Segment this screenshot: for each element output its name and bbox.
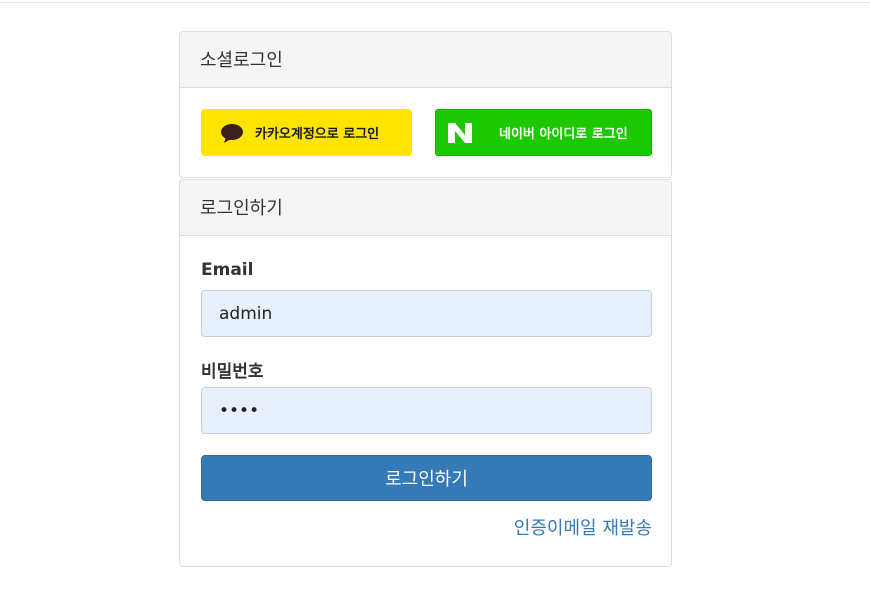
resend-verification-email-link[interactable]: 인증이메일 재발송	[201, 514, 652, 540]
password-label: 비밀번호	[201, 362, 264, 382]
naver-n-icon	[445, 118, 475, 148]
email-label: Email	[201, 260, 254, 280]
naver-login-button[interactable]: 네이버 아이디로 로그인	[435, 109, 652, 156]
naver-login-label: 네이버 아이디로 로그인	[499, 127, 628, 142]
kakao-speech-bubble-icon	[221, 123, 243, 143]
login-submit-button[interactable]: 로그인하기	[201, 455, 652, 501]
social-login-heading: 소셜로그인	[180, 32, 671, 88]
email-field[interactable]	[201, 290, 652, 337]
login-heading: 로그인하기	[180, 180, 671, 236]
kakao-login-label: 카카오계정으로 로그인	[255, 127, 380, 142]
password-field[interactable]	[201, 387, 652, 434]
login-form: Email 비밀번호 로그인하기 인증이메일 재발송	[180, 236, 671, 540]
kakao-login-button[interactable]: 카카오계정으로 로그인	[201, 109, 412, 156]
login-panel: 로그인하기 Email 비밀번호 로그인하기 인증이메일 재발송	[179, 179, 672, 567]
social-login-panel: 소셜로그인 카카오계정으로 로그인 네이버 아이디로 로그인	[179, 31, 672, 178]
top-divider	[0, 2, 870, 3]
